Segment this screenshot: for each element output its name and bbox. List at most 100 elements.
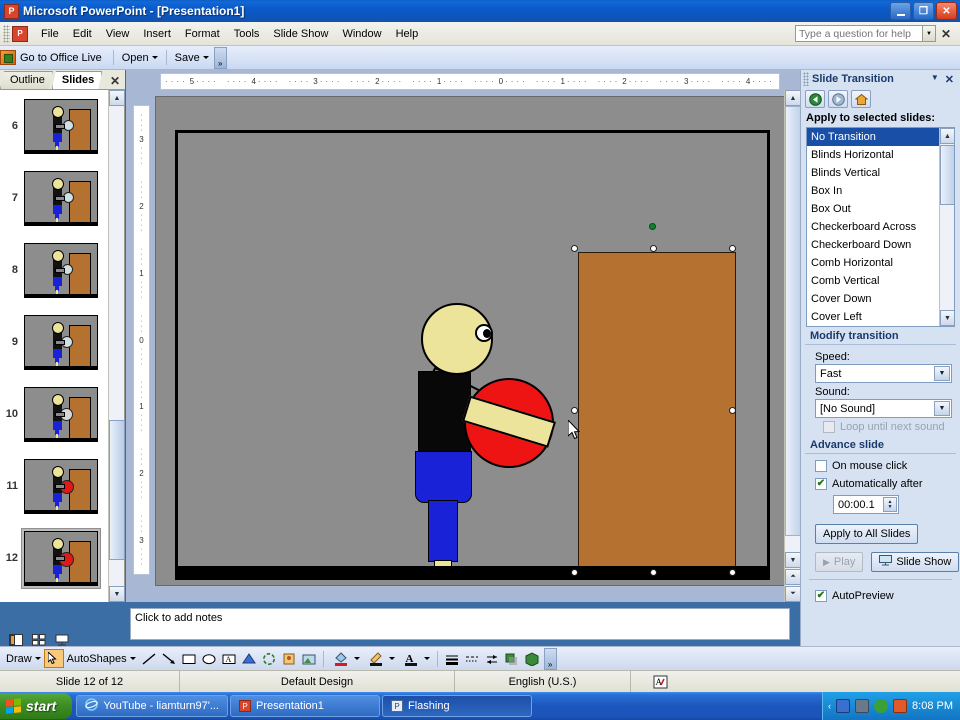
chevron-down-icon[interactable]: ▼ <box>934 401 950 416</box>
stepper-arrows-icon[interactable]: ▲▼ <box>883 497 897 512</box>
menu-edit[interactable]: Edit <box>66 25 99 43</box>
shadow-style-icon[interactable] <box>502 649 522 668</box>
resize-handle-se[interactable] <box>729 569 736 576</box>
slide-canvas[interactable] <box>155 96 788 586</box>
drawbar-overflow-button[interactable]: » <box>544 648 557 670</box>
slide-thumbnail-6[interactable] <box>22 97 100 156</box>
rotation-handle[interactable] <box>649 223 656 230</box>
scroll-down-icon[interactable]: ▼ <box>785 552 801 568</box>
apply-to-all-slides-button[interactable]: Apply to All Slides <box>815 524 918 544</box>
scroll-up-icon[interactable]: ▲ <box>940 128 955 144</box>
resize-handle-ne[interactable] <box>729 245 736 252</box>
shorts-shape[interactable] <box>415 451 472 503</box>
show-hidden-icon[interactable]: ‹ <box>828 701 831 711</box>
line-color-button[interactable] <box>363 647 398 670</box>
automatically-after-row[interactable]: ✔ Automatically after <box>801 475 960 493</box>
close-panel-button[interactable]: ✕ <box>110 74 125 89</box>
thumbnail-row[interactable]: 11 <box>0 450 124 522</box>
slide-thumbnail-pane[interactable]: 6789101112 <box>0 90 125 602</box>
resize-handle-n[interactable] <box>650 245 657 252</box>
resize-handle-nw[interactable] <box>571 245 578 252</box>
previous-slide-icon[interactable]: ⏶ <box>785 569 801 585</box>
taskbar-button-youtube[interactable]: YouTube - liamturn97'... <box>76 695 228 717</box>
close-button[interactable]: ✕ <box>936 2 957 20</box>
transition-item[interactable]: Checkerboard Down <box>807 236 954 254</box>
clock[interactable]: 8:08 PM <box>912 700 953 712</box>
spellcheck-icon[interactable]: A <box>631 671 691 692</box>
chevron-down-icon[interactable]: ▼ <box>923 25 936 42</box>
thumbnail-row[interactable]: 6 <box>0 90 124 162</box>
scroll-up-icon[interactable]: ▲ <box>109 90 125 106</box>
transition-item[interactable]: Comb Vertical <box>807 272 954 290</box>
auto-after-time-stepper[interactable]: 00:00.1 ▲▼ <box>833 495 899 514</box>
back-icon[interactable] <box>805 90 825 108</box>
fill-color-button[interactable] <box>328 647 363 670</box>
scrollbar-thumb[interactable] <box>785 106 801 536</box>
start-button[interactable]: start <box>0 693 72 719</box>
slide-vertical-scrollbar[interactable]: ▲ ▼ ⏶ ⏷ <box>784 90 800 602</box>
menu-format[interactable]: Format <box>178 25 227 43</box>
media-icon[interactable] <box>836 699 850 713</box>
scroll-down-icon[interactable]: ▼ <box>940 310 955 326</box>
thumbnail-scrollbar[interactable]: ▲ ▼ <box>108 90 124 602</box>
toolbar-overflow-button[interactable]: » <box>214 47 227 69</box>
automatically-after-checkbox[interactable]: ✔ <box>815 478 827 490</box>
text-box-icon[interactable]: A <box>219 649 239 668</box>
diagram-icon[interactable] <box>259 649 279 668</box>
slide-thumbnail-7[interactable] <box>22 169 100 228</box>
home-icon[interactable] <box>851 90 871 108</box>
tab-slides[interactable]: Slides <box>52 71 102 89</box>
picture-icon[interactable] <box>299 649 319 668</box>
chevron-down-icon[interactable]: ▼ <box>931 73 939 86</box>
arrow-style-icon[interactable] <box>482 649 502 668</box>
menu-help[interactable]: Help <box>389 25 426 43</box>
select-arrow-icon[interactable] <box>44 649 64 668</box>
menu-slideshow[interactable]: Slide Show <box>266 25 335 43</box>
transition-item[interactable]: Box In <box>807 182 954 200</box>
next-slide-icon[interactable]: ⏷ <box>785 586 801 602</box>
scrollbar-thumb[interactable] <box>109 420 125 560</box>
slide-show-button[interactable]: Slide Show <box>871 552 959 572</box>
transition-item[interactable]: Checkerboard Across <box>807 218 954 236</box>
restore-button[interactable]: ❐ <box>913 2 934 20</box>
taskbar-button-presentation1[interactable]: P Presentation1 <box>230 695 380 717</box>
arrow-icon[interactable] <box>159 649 179 668</box>
thumbnail-row[interactable]: 8 <box>0 234 124 306</box>
scrollbar-thumb[interactable] <box>940 145 955 205</box>
rectangle-icon[interactable] <box>179 649 199 668</box>
slide-thumbnail-10[interactable] <box>22 385 100 444</box>
menu-view[interactable]: View <box>99 25 137 43</box>
line-icon[interactable] <box>139 649 159 668</box>
slide-thumbnail-11[interactable] <box>22 457 100 516</box>
scroll-down-icon[interactable]: ▼ <box>109 586 125 602</box>
draw-menu-button[interactable]: Draw <box>3 651 44 667</box>
transition-list-scrollbar[interactable]: ▲ ▼ <box>939 128 954 326</box>
task-pane-grip[interactable] <box>803 72 809 86</box>
resize-handle-sw[interactable] <box>571 569 578 576</box>
slide-content[interactable] <box>175 130 770 580</box>
transition-item[interactable]: Comb Horizontal <box>807 254 954 272</box>
resize-handle-e[interactable] <box>729 407 736 414</box>
transition-item[interactable]: Blinds Horizontal <box>807 146 954 164</box>
close-document-button[interactable]: ✕ <box>936 27 956 41</box>
transition-item[interactable]: Blinds Vertical <box>807 164 954 182</box>
thumbnail-row[interactable]: 9 <box>0 306 124 378</box>
clipart-icon[interactable] <box>279 649 299 668</box>
font-color-button[interactable]: A <box>398 647 433 670</box>
menu-insert[interactable]: Insert <box>136 25 178 43</box>
autopreview-row[interactable]: ✔ AutoPreview <box>801 587 960 605</box>
speed-select[interactable]: Fast ▼ <box>815 364 952 383</box>
thumbnail-row[interactable]: 10 <box>0 378 124 450</box>
open-button[interactable]: Open <box>119 50 161 66</box>
forward-icon[interactable] <box>828 90 848 108</box>
thumbnail-row[interactable]: 12 <box>0 522 124 594</box>
on-mouse-click-row[interactable]: On mouse click <box>801 457 960 475</box>
line-style-icon[interactable] <box>442 649 462 668</box>
help-input[interactable] <box>795 25 923 42</box>
transition-item[interactable]: Cover Down <box>807 290 954 308</box>
menu-window[interactable]: Window <box>335 25 388 43</box>
office-live-label[interactable]: Go to Office Live <box>20 52 102 64</box>
slide-thumbnail-12[interactable] <box>22 529 100 588</box>
update-icon[interactable] <box>893 699 907 713</box>
resize-handle-s[interactable] <box>650 569 657 576</box>
